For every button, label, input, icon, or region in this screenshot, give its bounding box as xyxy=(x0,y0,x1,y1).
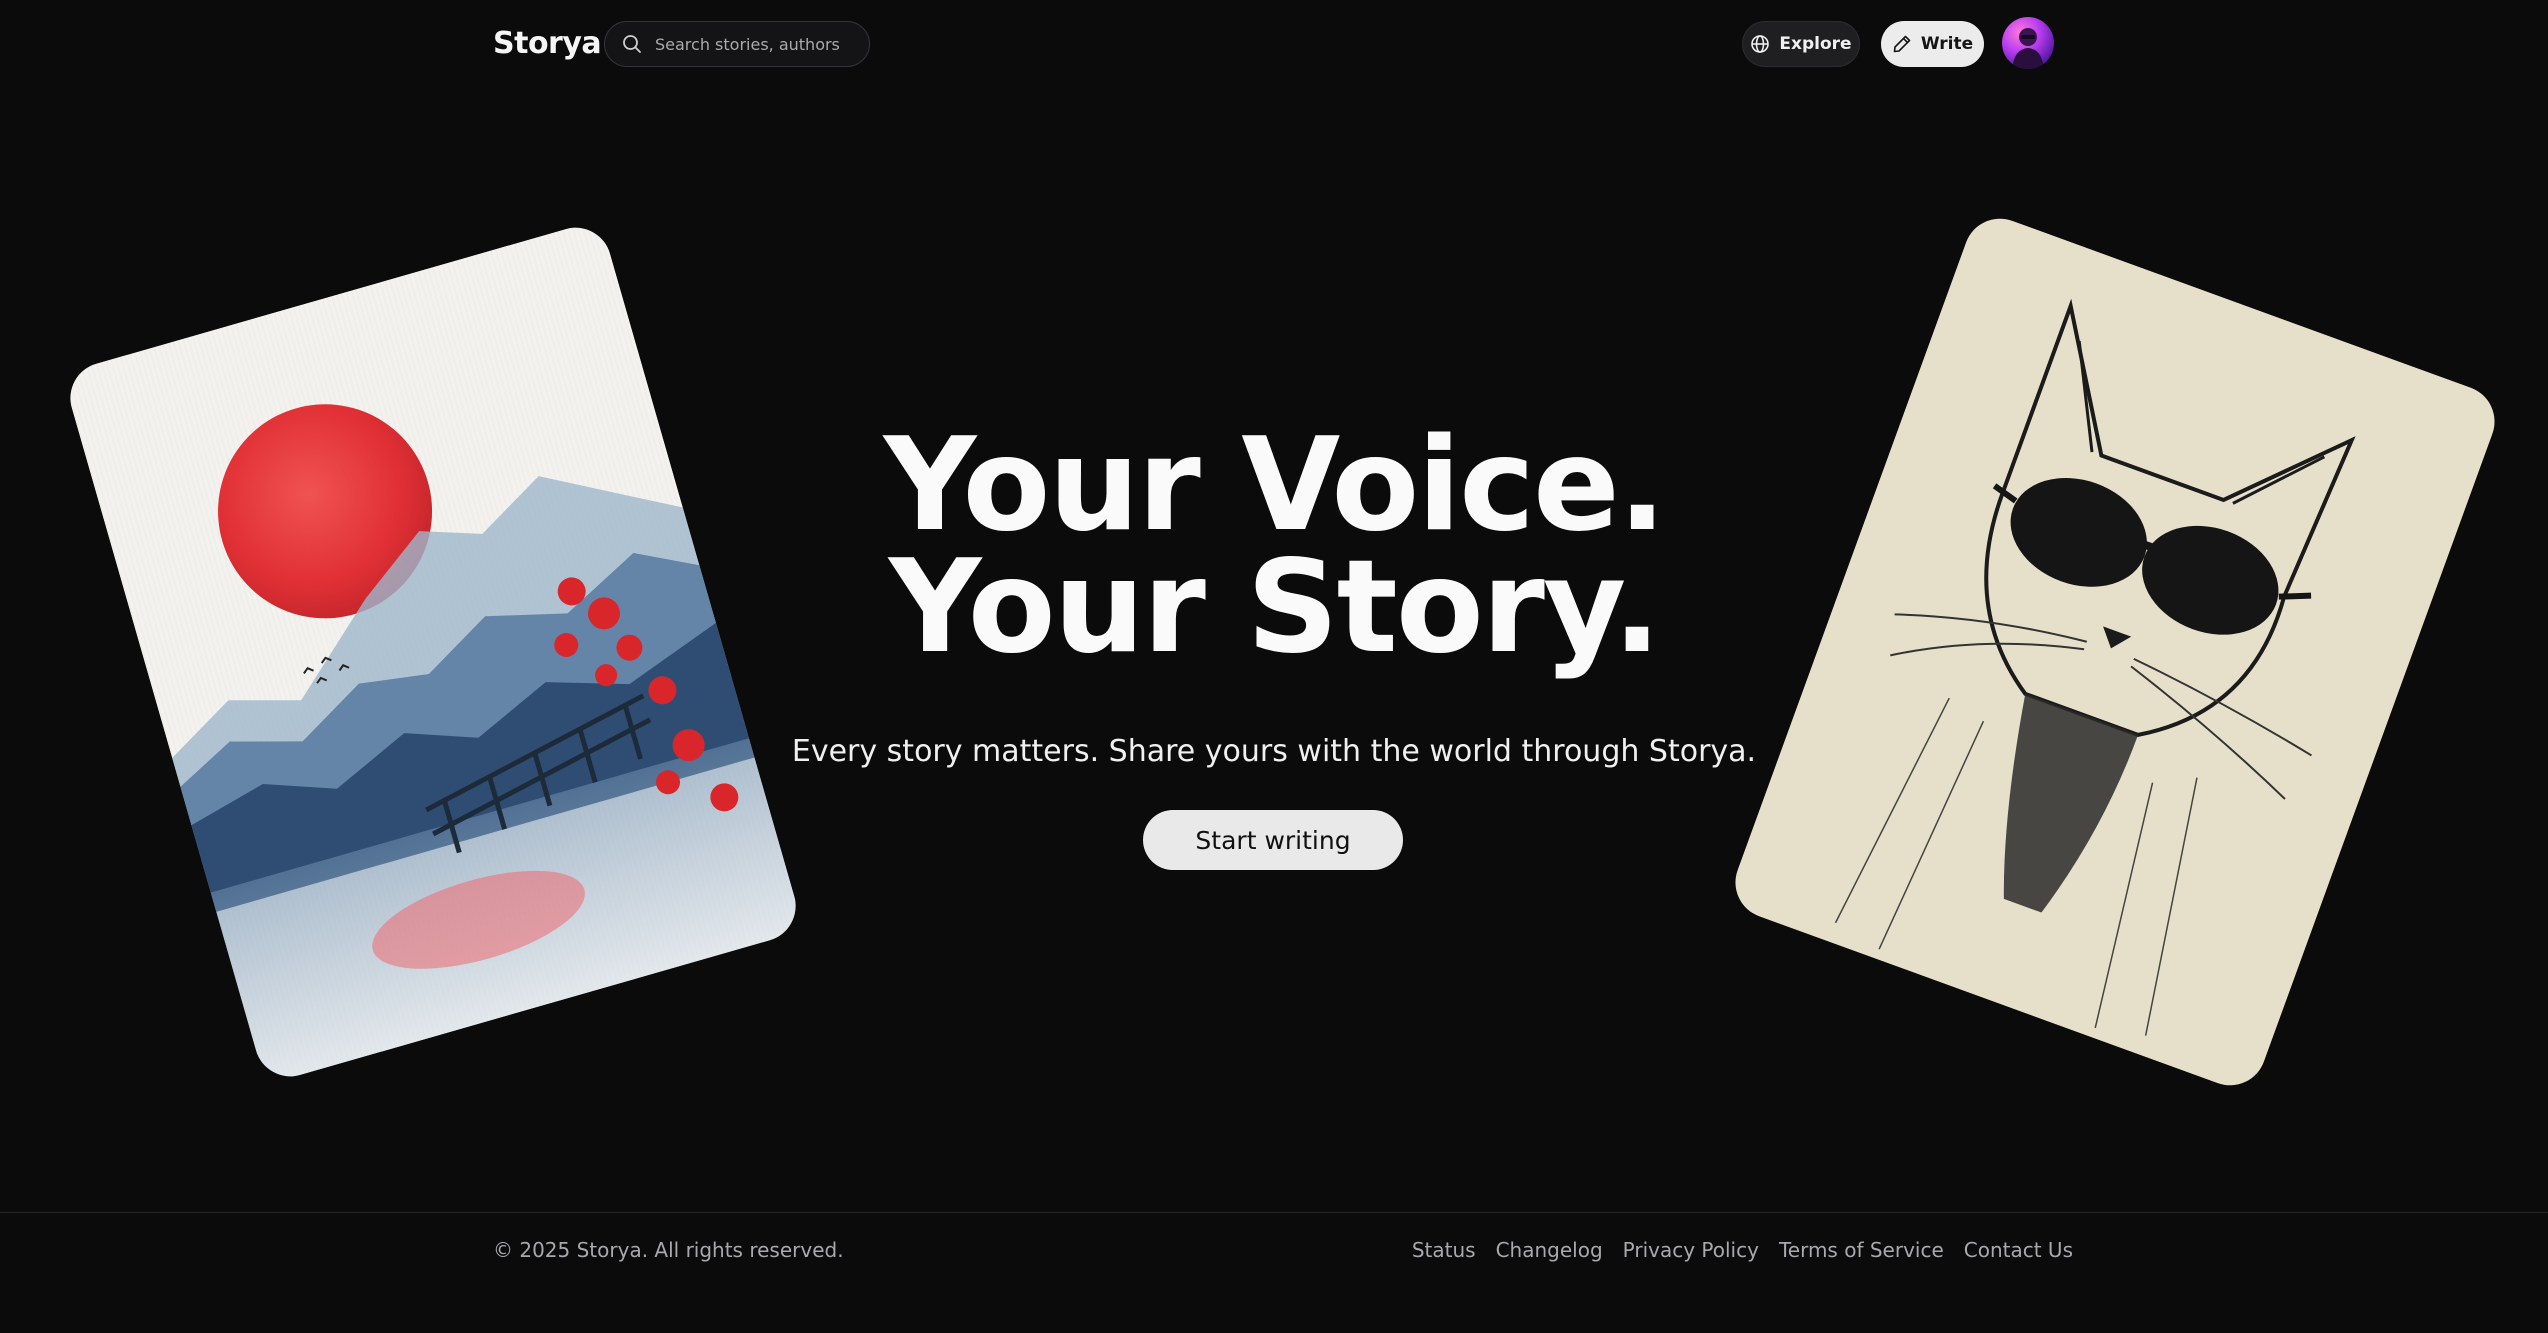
watercolor-landscape-card xyxy=(61,219,805,1085)
cat-sketch-card xyxy=(1725,208,2505,1096)
explore-label: Explore xyxy=(1779,34,1852,54)
footer-link-terms-of-service[interactable]: Terms of Service xyxy=(1779,1238,1944,1262)
landing-page: Storya Explore Write xyxy=(0,0,2548,1333)
write-label: Write xyxy=(1920,34,1974,54)
copyright-text: © 2025 Storya. All rights reserved. xyxy=(493,1238,844,1262)
hero-title: Your Voice. Your Story. xyxy=(760,411,1788,682)
write-button[interactable]: Write xyxy=(1881,21,1984,67)
site-logo[interactable]: Storya xyxy=(493,26,602,61)
footer-links: Status Changelog Privacy Policy Terms of… xyxy=(1412,1238,2073,1262)
search-input[interactable] xyxy=(655,34,840,54)
footer-link-status[interactable]: Status xyxy=(1412,1238,1476,1262)
explore-button[interactable]: Explore xyxy=(1742,21,1860,67)
user-avatar[interactable] xyxy=(2002,17,2054,69)
footer-link-privacy-policy[interactable]: Privacy Policy xyxy=(1623,1238,1759,1262)
watercolor-landscape-image xyxy=(172,404,805,1085)
search-bar[interactable] xyxy=(604,21,870,67)
footer-link-contact-us[interactable]: Contact Us xyxy=(1964,1238,2073,1262)
search-icon xyxy=(623,35,641,53)
hero-subtitle: Every story matters. Share yours with th… xyxy=(791,734,1757,769)
footer-divider xyxy=(0,1212,2548,1213)
hero-title-line-1: Your Voice. xyxy=(883,411,1667,560)
avatar-image xyxy=(2012,28,2044,69)
footer-link-changelog[interactable]: Changelog xyxy=(1496,1238,1603,1262)
cat-sketch-image xyxy=(1834,298,2356,1036)
hero-title-line-2: Your Story. xyxy=(888,533,1661,682)
start-writing-button[interactable]: Start writing xyxy=(1143,810,1403,870)
globe-icon xyxy=(1751,35,1770,53)
pencil-icon xyxy=(1893,35,1911,53)
